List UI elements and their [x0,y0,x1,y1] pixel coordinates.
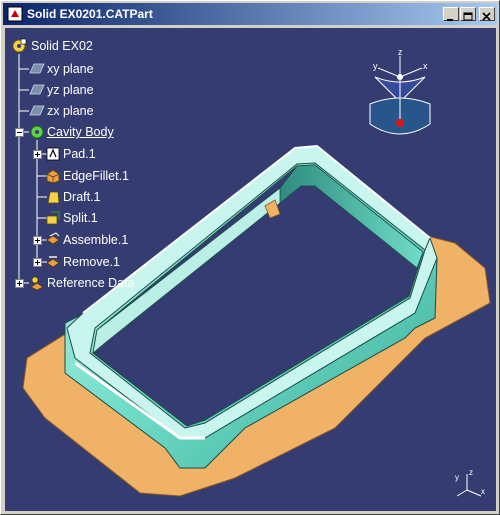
plane-icon [29,84,45,95]
plane-icon [29,105,45,116]
expand-icon[interactable] [33,258,42,267]
minimize-icon [447,19,453,21]
tree-item-xy-plane[interactable]: xy plane [47,61,94,77]
expand-icon[interactable] [33,150,42,159]
tree-item-cavity-body[interactable]: Cavity Body [47,124,114,140]
reference-data-icon [30,276,44,291]
assemble-icon [46,232,60,245]
expand-icon[interactable] [33,236,42,245]
close-button[interactable] [479,7,495,21]
remove-icon [46,256,60,268]
catia-part-icon [7,6,23,22]
catpart-window: Solid EX0201.CATPart z y x y z x Solid E… [0,0,500,515]
compass-x-label: x [423,61,428,71]
close-icon [482,12,491,21]
window-title: Solid EX0201.CATPart [27,7,153,21]
pad-icon [46,147,60,161]
tree-item-split[interactable]: Split.1 [63,210,98,226]
axis-triad-icon: y z x [455,468,485,497]
tree-item-assemble[interactable]: Assemble.1 [63,232,128,248]
plane-icon [29,63,45,74]
tree-item-pad[interactable]: Pad.1 [63,146,96,162]
draft-icon [47,191,60,204]
tree-item-draft[interactable]: Draft.1 [63,189,101,205]
triad-x-label: x [481,487,485,496]
split-icon [46,211,60,225]
expand-icon[interactable] [15,279,24,288]
compass-y-label: y [373,61,378,71]
title-bar[interactable]: Solid EX0201.CATPart [3,3,497,25]
compass-z-label: z [398,47,403,57]
fillet-icon [46,169,60,184]
collapse-icon[interactable] [15,128,24,137]
tree-item-zx-plane[interactable]: zx plane [47,103,94,119]
maximize-icon [463,12,473,21]
3d-viewport[interactable]: z y x y z x Solid EX02 xy plane yz plane… [5,28,496,511]
part-gear-icon [12,38,27,53]
tree-item-reference-data[interactable]: Reference Data [47,275,135,291]
tree-root-label[interactable]: Solid EX02 [31,38,93,54]
tree-item-yz-plane[interactable]: yz plane [47,82,94,98]
triad-z-label: z [469,468,473,477]
triad-y-label: y [455,473,459,482]
tree-item-remove[interactable]: Remove.1 [63,254,120,270]
minimize-button[interactable] [443,7,459,21]
compass-icon[interactable]: z y x [360,44,440,154]
body-gear-icon [30,125,44,139]
tree-item-edgefillet[interactable]: EdgeFillet.1 [63,168,129,184]
maximize-button[interactable] [460,7,476,21]
